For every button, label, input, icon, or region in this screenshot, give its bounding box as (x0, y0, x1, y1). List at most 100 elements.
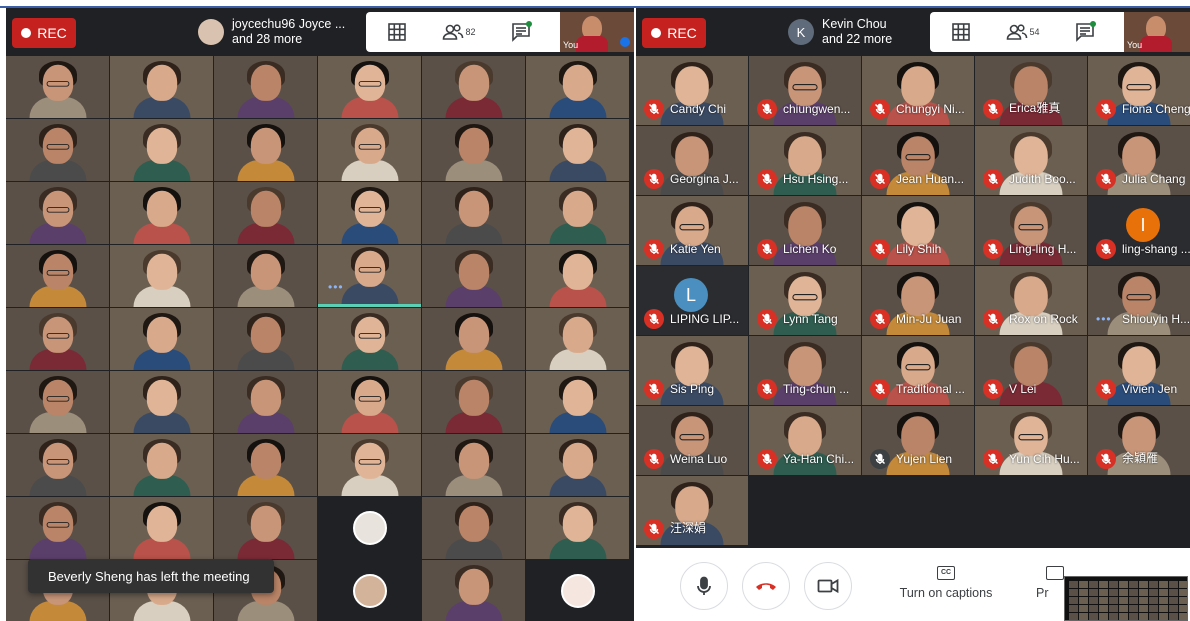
video-tile[interactable] (526, 308, 629, 370)
video-tile[interactable] (110, 182, 213, 244)
video-tile[interactable]: Rox on Rock (975, 266, 1087, 335)
video-tile[interactable]: 余穎雁 (1088, 406, 1190, 475)
layout-grid-button[interactable] (930, 12, 992, 52)
video-tile[interactable]: L LIPING LIP... (636, 266, 748, 335)
video-tile[interactable] (422, 497, 525, 559)
video-tile[interactable]: V Lei (975, 336, 1087, 405)
video-tile[interactable] (214, 119, 317, 181)
video-tile[interactable]: ••• Shiouyin H... (1088, 266, 1190, 335)
video-tile[interactable] (422, 119, 525, 181)
video-tile[interactable] (526, 497, 629, 559)
video-tile[interactable]: Judith Boo... (975, 126, 1087, 195)
video-tile[interactable]: Iling-shang ... (1088, 196, 1190, 265)
video-tile[interactable]: Sis Ping (636, 336, 748, 405)
presenter-info[interactable]: K Kevin Chou and 22 more (788, 12, 892, 52)
video-tile[interactable] (318, 371, 421, 433)
recording-indicator[interactable]: REC (642, 18, 706, 48)
video-tile[interactable] (422, 182, 525, 244)
chat-button[interactable] (490, 12, 552, 52)
video-tile[interactable] (110, 119, 213, 181)
video-tile[interactable] (318, 119, 421, 181)
video-tile[interactable] (110, 56, 213, 118)
video-tile[interactable] (318, 56, 421, 118)
video-tile[interactable] (6, 308, 109, 370)
video-tile[interactable]: Ling-ling H... (975, 196, 1087, 265)
video-tile[interactable] (526, 119, 629, 181)
video-tile[interactable] (318, 560, 421, 621)
video-tile[interactable]: Georgina J... (636, 126, 748, 195)
video-tile[interactable]: 汪深娟 (636, 476, 748, 545)
video-tile[interactable]: Chungyi Ni... (862, 56, 974, 125)
video-tile[interactable] (422, 434, 525, 496)
video-tile[interactable]: Weina Luo (636, 406, 748, 475)
camera-button[interactable] (804, 562, 852, 610)
video-tile[interactable] (422, 56, 525, 118)
presenter-info[interactable]: joycechu96 Joyce ... and 28 more (198, 12, 345, 52)
video-tile[interactable] (526, 560, 629, 621)
video-tile[interactable] (6, 182, 109, 244)
video-tile[interactable] (422, 245, 525, 307)
video-tile[interactable]: Candy Chi (636, 56, 748, 125)
video-tile[interactable] (214, 56, 317, 118)
video-tile[interactable]: Fiona Cheng (1088, 56, 1190, 125)
video-tile[interactable] (214, 182, 317, 244)
video-tile[interactable]: Yujen Lien (862, 406, 974, 475)
present-button[interactable]: Pr (1036, 566, 1064, 600)
video-tile[interactable] (110, 245, 213, 307)
video-tile[interactable]: Ting-chun ... (749, 336, 861, 405)
layout-grid-button[interactable] (366, 12, 428, 52)
video-tile[interactable] (214, 497, 317, 559)
video-tile[interactable] (110, 308, 213, 370)
video-tile[interactable] (526, 182, 629, 244)
video-tile[interactable] (318, 497, 421, 559)
video-tile[interactable] (6, 245, 109, 307)
video-tile[interactable] (214, 371, 317, 433)
video-tile[interactable] (6, 497, 109, 559)
video-tile[interactable] (526, 245, 629, 307)
video-tile[interactable] (6, 119, 109, 181)
video-tile[interactable]: Erica雅真 (975, 56, 1087, 125)
leave-call-button[interactable] (742, 562, 790, 610)
video-tile[interactable]: ••• (318, 245, 421, 307)
participants-button[interactable]: 82 (428, 12, 490, 52)
video-tile[interactable]: Jean Huan... (862, 126, 974, 195)
video-tile[interactable]: Julia Chang (1088, 126, 1190, 195)
microphone-button[interactable] (680, 562, 728, 610)
self-view[interactable]: You (560, 12, 634, 52)
video-tile[interactable] (6, 371, 109, 433)
video-tile[interactable] (422, 308, 525, 370)
video-tile[interactable]: chiungwen... (749, 56, 861, 125)
video-tile[interactable]: Min-Ju Juan (862, 266, 974, 335)
video-tile[interactable]: Yun Cih Hu... (975, 406, 1087, 475)
video-tile[interactable] (526, 56, 629, 118)
video-tile[interactable] (526, 371, 629, 433)
video-tile[interactable] (214, 245, 317, 307)
video-tile[interactable] (6, 56, 109, 118)
captions-button[interactable]: CC Turn on captions (886, 566, 1006, 600)
video-tile[interactable]: Lichen Ko (749, 196, 861, 265)
video-tile[interactable] (422, 560, 525, 621)
video-tile[interactable] (110, 497, 213, 559)
video-tile[interactable] (214, 434, 317, 496)
recording-indicator[interactable]: REC (12, 18, 76, 48)
chat-button[interactable] (1054, 12, 1116, 52)
video-tile[interactable]: Traditional ... (862, 336, 974, 405)
video-tile[interactable] (526, 434, 629, 496)
video-tile[interactable] (318, 434, 421, 496)
self-view[interactable]: You (1124, 12, 1190, 52)
video-tile[interactable] (6, 434, 109, 496)
video-tile[interactable] (110, 434, 213, 496)
video-tile[interactable] (214, 308, 317, 370)
video-tile[interactable]: Ya-Han Chi... (749, 406, 861, 475)
video-tile[interactable]: Katie Yen (636, 196, 748, 265)
video-tile[interactable]: Hsu Hsing... (749, 126, 861, 195)
presentation-preview[interactable] (1064, 576, 1188, 621)
video-tile[interactable] (110, 371, 213, 433)
video-tile[interactable]: Lily Shih (862, 196, 974, 265)
video-tile[interactable] (318, 308, 421, 370)
video-tile[interactable] (318, 182, 421, 244)
video-tile[interactable]: Lynn Tang (749, 266, 861, 335)
video-tile[interactable]: Vivien Jen (1088, 336, 1190, 405)
participants-button[interactable]: 54 (992, 12, 1054, 52)
video-tile[interactable] (422, 371, 525, 433)
